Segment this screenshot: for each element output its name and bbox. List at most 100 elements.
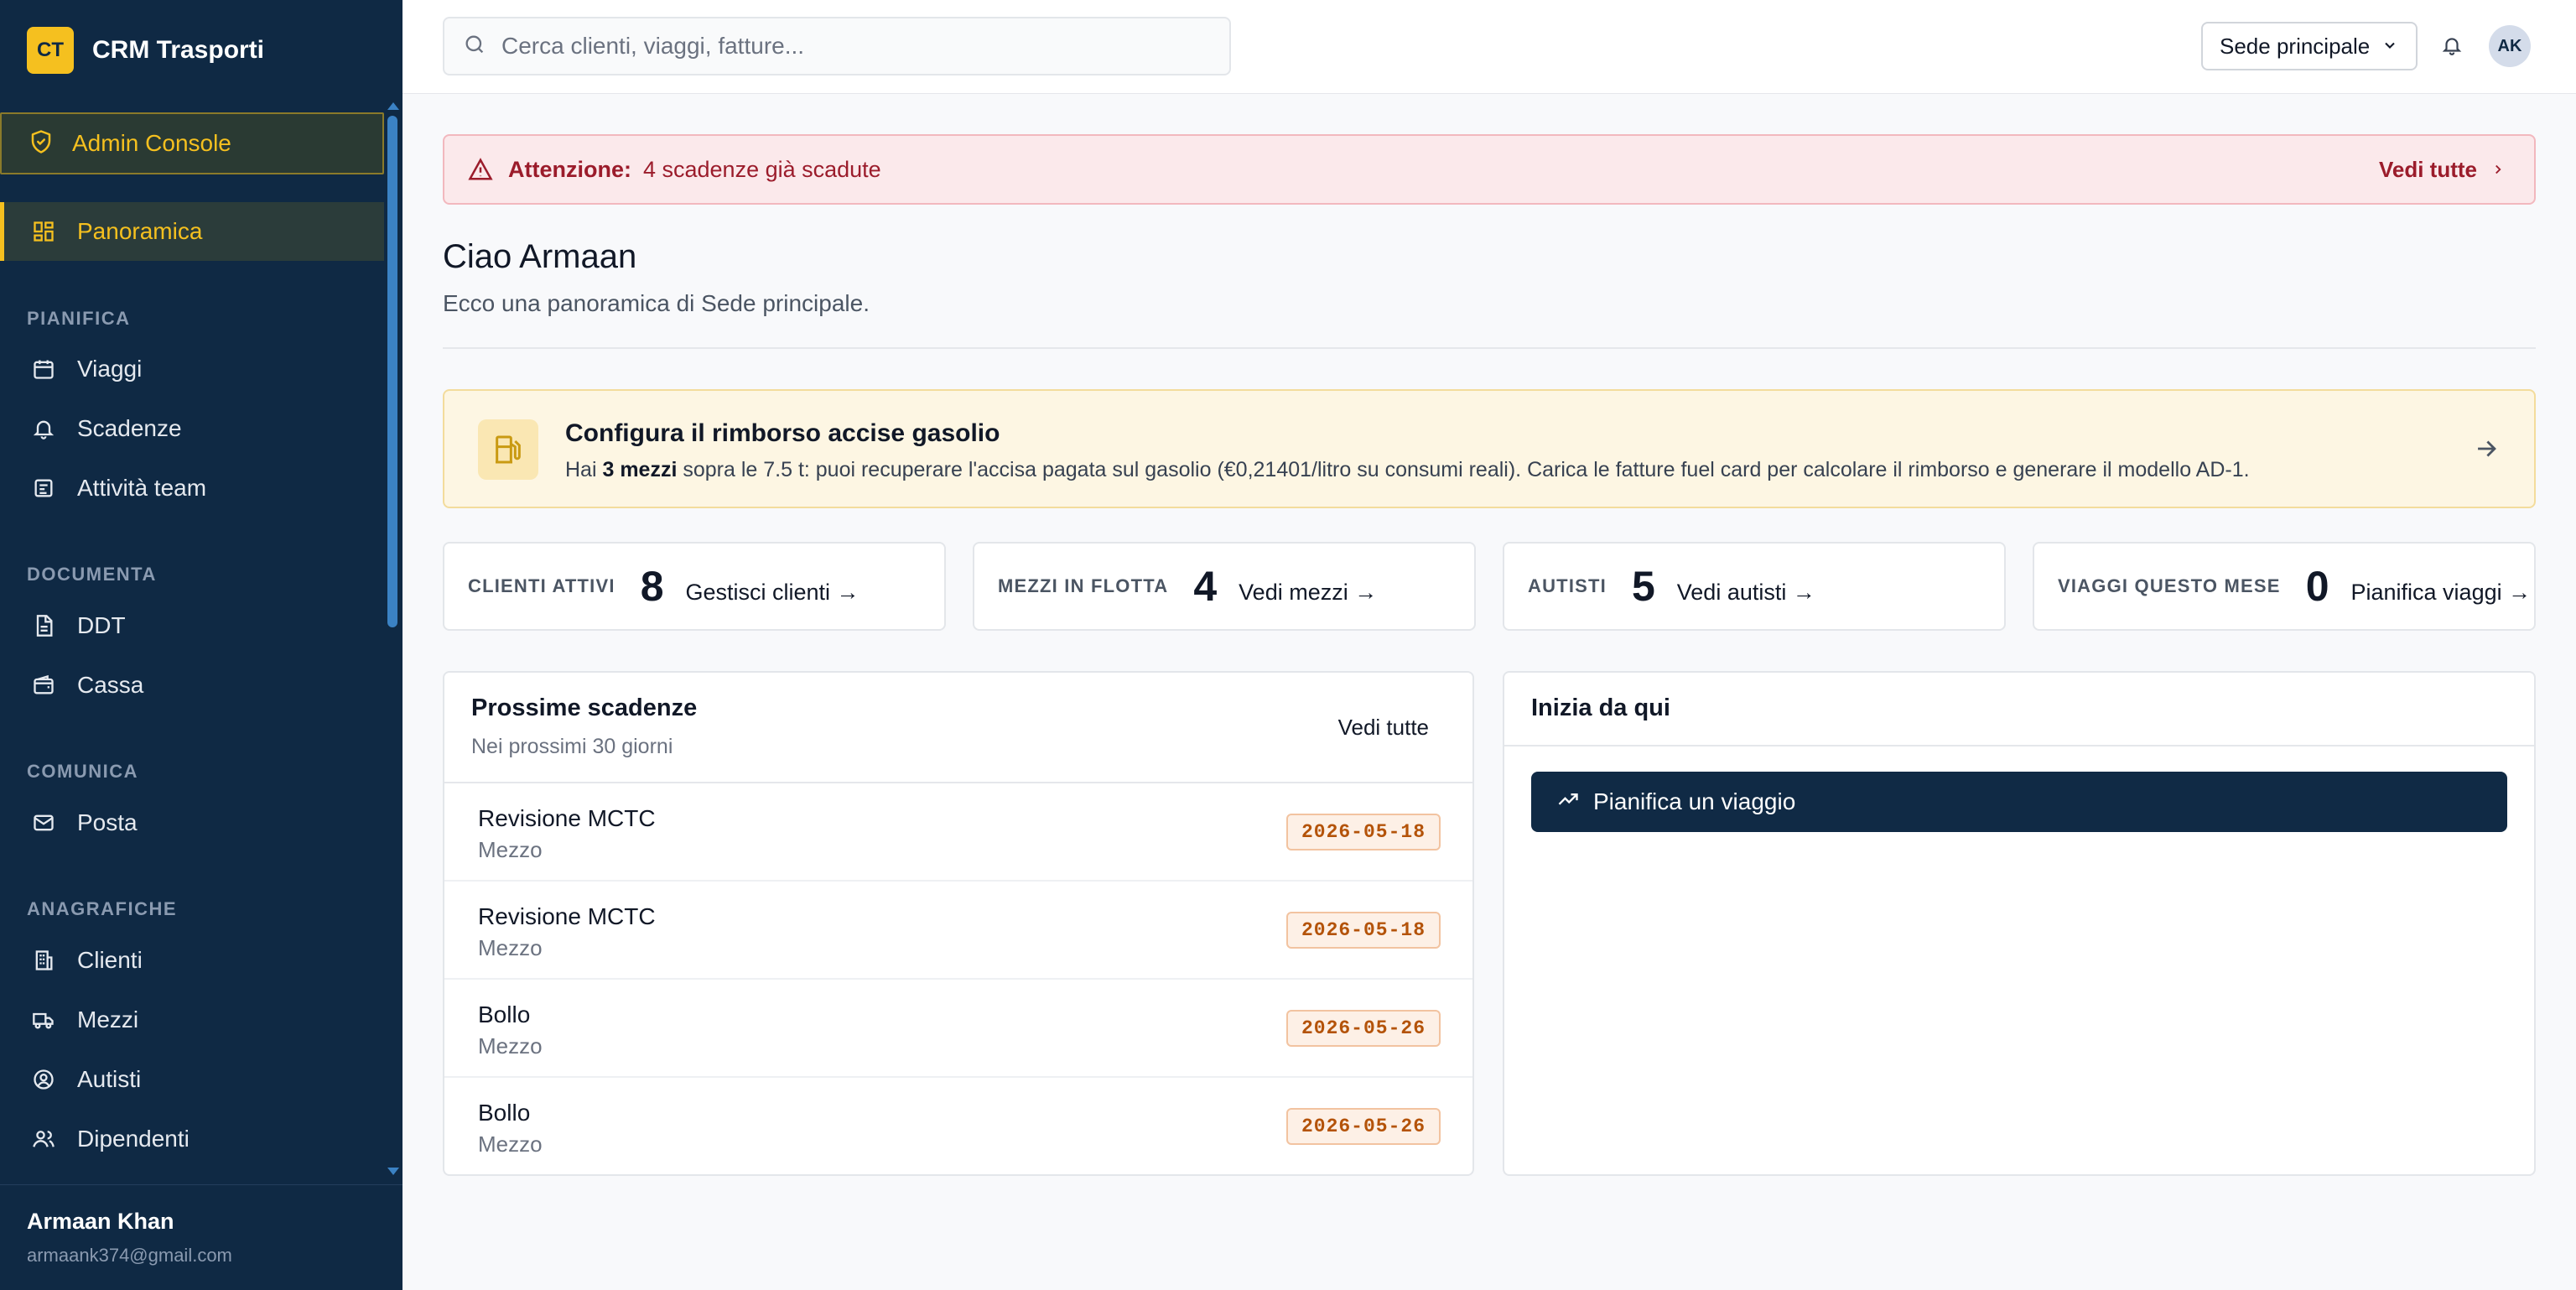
scroll-up-icon[interactable]	[387, 102, 399, 110]
deadline-row[interactable]: Bollo Mezzo 2026-05-26	[444, 1078, 1472, 1174]
deadline-type: Mezzo	[478, 1033, 543, 1059]
users-icon	[30, 1126, 57, 1152]
stat-value: 5	[1631, 563, 1655, 610]
stat-card-clienti: CLIENTI ATTIVI 8 Gestisci clienti →	[443, 542, 946, 631]
deadlines-card: Prossime scadenze Nei prossimi 30 giorni…	[443, 671, 1474, 1176]
sidebar-item-dipendenti[interactable]: Dipendenti	[0, 1110, 384, 1168]
sidebar-item-viaggi[interactable]: Viaggi	[0, 340, 384, 398]
section-title-comunica: COMUNICA	[27, 761, 138, 782]
stat-link[interactable]: Vedi mezzi →	[1239, 580, 1377, 606]
stat-link[interactable]: Pianifica viaggi →	[2351, 580, 2532, 606]
sidebar-item-label: Attività team	[77, 475, 207, 501]
site-select[interactable]: Sede principale	[2201, 22, 2418, 70]
plan-trip-button[interactable]: Pianifica un viaggio	[1531, 772, 2507, 832]
avatar[interactable]: AK	[2489, 25, 2531, 67]
brand-logo: CT	[27, 27, 74, 74]
section-title-documenta: DOCUMENTA	[27, 564, 157, 585]
sidebar: CT CRM Trasporti Admin Console Panoramic…	[0, 0, 402, 1290]
deadlines-title: Prossime scadenze	[471, 694, 698, 721]
fuel-refund-banner[interactable]: Configura il rimborso accise gasolio Hai…	[443, 389, 2536, 508]
user-circle-icon	[30, 1066, 57, 1093]
deadline-row[interactable]: Bollo Mezzo 2026-05-26	[444, 980, 1472, 1078]
banner-text-bold: 3 mezzi	[602, 458, 678, 481]
sidebar-item-autisti[interactable]: Autisti	[0, 1050, 384, 1109]
deadline-type: Mezzo	[478, 1131, 543, 1157]
scrollbar-thumb[interactable]	[387, 116, 397, 627]
search-box[interactable]	[443, 17, 1231, 75]
alert-view-all-link[interactable]: Vedi tutte	[2379, 136, 2506, 203]
chevron-down-icon	[2381, 34, 2398, 60]
topbar: Sede principale AK	[402, 0, 2576, 94]
document-icon	[30, 612, 57, 639]
user-name: Armaan Khan	[27, 1209, 174, 1234]
deadline-type: Mezzo	[478, 935, 543, 960]
deadline-row[interactable]: Revisione MCTC Mezzo 2026-05-18	[444, 882, 1472, 980]
deadline-date-badge: 2026-05-26	[1285, 1010, 1441, 1047]
deadline-title: Revisione MCTC	[478, 805, 656, 831]
banner-text-prefix: Hai	[565, 458, 603, 481]
sidebar-item-label: Scadenze	[77, 415, 182, 441]
stat-card-autisti: AUTISTI 5 Vedi autisti →	[1503, 542, 2006, 631]
deadline-title: Revisione MCTC	[478, 903, 656, 929]
stat-value: 8	[640, 563, 664, 610]
search-icon	[463, 33, 486, 60]
warning-icon	[468, 157, 493, 182]
shield-icon	[29, 129, 54, 159]
deadlines-view-all-link[interactable]: Vedi tutte	[1338, 715, 1429, 741]
section-title-anagrafiche: ANAGRAFICHE	[27, 898, 178, 919]
sidebar-item-label: DDT	[77, 612, 126, 638]
get-started-header: Inizia da qui	[1504, 673, 2534, 746]
sidebar-item-label: Dipendenti	[77, 1126, 190, 1152]
stat-link[interactable]: Gestisci clienti →	[686, 580, 860, 606]
sidebar-item-clienti[interactable]: Clienti	[0, 931, 384, 990]
deadline-row[interactable]: Revisione MCTC Mezzo 2026-05-18	[444, 783, 1472, 882]
deadline-date-badge: 2026-05-18	[1285, 912, 1441, 949]
sidebar-item-label: Clienti	[77, 947, 143, 973]
activity-icon	[30, 475, 57, 502]
sidebar-item-panoramica[interactable]: Panoramica	[0, 202, 384, 261]
truck-icon	[30, 1007, 57, 1033]
sidebar-item-label: Viaggi	[77, 356, 143, 382]
stat-card-mezzi: MEZZI IN FLOTTA 4 Vedi mezzi →	[973, 542, 1476, 631]
notifications-bell-icon[interactable]	[2437, 30, 2467, 60]
sidebar-item-label: Autisti	[77, 1066, 142, 1092]
get-started-title: Inizia da qui	[1531, 694, 1670, 721]
stat-value: 0	[2305, 563, 2329, 610]
admin-console-button[interactable]: Admin Console	[0, 112, 384, 174]
sidebar-item-posta[interactable]: Posta	[0, 793, 384, 852]
alert-message: 4 scadenze già scadute	[642, 156, 881, 182]
stat-label: AUTISTI	[1528, 575, 1607, 596]
banner-title: Configura il rimborso accise gasolio	[565, 419, 1000, 447]
user-email: armaank374@gmail.com	[27, 1245, 232, 1266]
sidebar-item-label: Cassa	[77, 672, 144, 698]
search-input[interactable]	[501, 33, 1223, 60]
calendar-icon	[30, 356, 57, 382]
brand[interactable]: CT CRM Trasporti	[27, 27, 264, 74]
deadline-title: Bollo	[478, 1100, 531, 1126]
scroll-down-icon[interactable]	[387, 1168, 399, 1175]
deadlines-subtitle: Nei prossimi 30 giorni	[471, 735, 673, 758]
stat-link[interactable]: Vedi autisti →	[1677, 580, 1815, 606]
admin-console-label: Admin Console	[72, 130, 231, 156]
arrow-right-icon[interactable]	[2472, 434, 2501, 463]
deadline-date-badge: 2026-05-26	[1285, 1108, 1441, 1145]
banner-text: Hai 3 mezzi sopra le 7.5 t: puoi recuper…	[565, 458, 2250, 482]
site-select-value: Sede principale	[2220, 33, 2371, 59]
user-profile[interactable]: Armaan Khan armaank374@gmail.com	[0, 1184, 402, 1290]
page-title: Ciao Armaan	[443, 238, 637, 275]
sidebar-item-label: Panoramica	[77, 218, 203, 244]
sidebar-item-ddt[interactable]: DDT	[0, 596, 384, 655]
alert-link-label: Vedi tutte	[2378, 156, 2477, 182]
sidebar-item-cassa[interactable]: Cassa	[0, 656, 384, 715]
sidebar-item-scadenze[interactable]: Scadenze	[0, 399, 384, 458]
sidebar-item-attivita-team[interactable]: Attività team	[0, 459, 384, 518]
stat-label: VIAGGI QUESTO MESE	[2058, 575, 2281, 596]
chevron-right-icon	[2490, 157, 2506, 183]
sidebar-scrollbar[interactable]	[386, 102, 399, 1176]
sidebar-item-label: Posta	[77, 809, 138, 835]
divider	[443, 347, 2536, 349]
bell-icon	[30, 415, 57, 442]
plan-trip-label: Pianifica un viaggio	[1593, 788, 1796, 814]
dashboard-icon	[30, 218, 57, 245]
sidebar-item-mezzi[interactable]: Mezzi	[0, 991, 384, 1049]
